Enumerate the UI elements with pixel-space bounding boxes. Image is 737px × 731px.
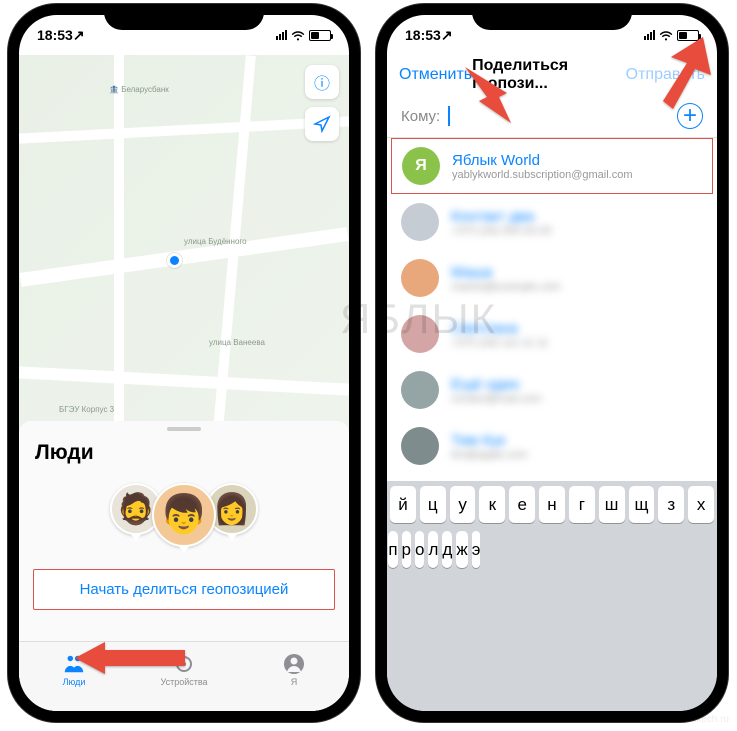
- contact-name: Светлана: [451, 320, 703, 337]
- status-time: 18:53↗: [405, 27, 453, 44]
- wifi-icon: [291, 30, 305, 41]
- text-cursor: [448, 106, 450, 126]
- avatar: [401, 371, 439, 409]
- memoji-group: 🧔 👦 👩: [19, 477, 349, 569]
- cancel-button[interactable]: Отменить: [399, 66, 472, 84]
- contact-row[interactable]: Контакт два +375 (29) 000-00-00: [387, 194, 717, 250]
- contact-sub: contact@mail.com: [451, 393, 703, 405]
- status-time: 18:53↗: [37, 27, 85, 44]
- to-label: Кому:: [401, 108, 440, 125]
- contact-row[interactable]: Я Яблык World yablykworld.subscription@g…: [391, 138, 713, 194]
- contact-name: Контакт два: [451, 208, 703, 225]
- avatar: [401, 203, 439, 241]
- map-poi-uni: БГЭУ Корпус 3: [59, 405, 114, 414]
- tab-label: Я: [291, 677, 298, 687]
- key-н[interactable]: н: [539, 486, 565, 523]
- contact-sub: tim@apple.com: [451, 449, 703, 461]
- status-icons: [276, 30, 331, 41]
- contact-sub: +375 (29) 111-11-11: [451, 337, 703, 349]
- contact-sub: +375 (29) 000-00-00: [451, 225, 703, 237]
- memoji-2: 👦: [152, 483, 216, 547]
- map-poi-bank: 🏦 Беларусбанк: [109, 85, 169, 94]
- key-у[interactable]: у: [450, 486, 476, 523]
- contact-name: Яблык World: [452, 152, 702, 169]
- avatar: [401, 259, 439, 297]
- contact-name: Тим Кук: [451, 432, 703, 449]
- contact-row[interactable]: Ещё один contact@mail.com: [387, 362, 717, 418]
- contact-name: Ещё один: [451, 376, 703, 393]
- sheet-title: Люди: [19, 437, 349, 477]
- key-ж[interactable]: ж: [456, 531, 467, 568]
- key-к[interactable]: к: [479, 486, 505, 523]
- key-ц[interactable]: ц: [420, 486, 446, 523]
- map-street-1: улица Будённого: [184, 237, 247, 246]
- key-й[interactable]: й: [390, 486, 416, 523]
- person-icon: [282, 653, 306, 675]
- key-г[interactable]: г: [569, 486, 595, 523]
- notch: [104, 4, 264, 30]
- annotation-arrow-tabs: [75, 636, 185, 685]
- screen-right: 18:53↗ Отменить Поделиться геопози... От…: [387, 15, 717, 711]
- contact-sub: yablykworld.subscription@gmail.com: [452, 169, 702, 181]
- contact-name: Маша: [451, 264, 703, 281]
- contact-row[interactable]: Светлана +375 (29) 111-11-11: [387, 306, 717, 362]
- contact-sub: masha@example.com: [451, 281, 703, 293]
- key-щ[interactable]: щ: [629, 486, 655, 523]
- annotation-arrow-to: [465, 67, 535, 132]
- key-р[interactable]: р: [402, 531, 411, 568]
- key-о[interactable]: о: [415, 531, 424, 568]
- keyboard[interactable]: йцукенгшщзх фывапролджэ ⇧ячсмитьбю⌫ 123☺…: [387, 481, 717, 711]
- notch: [472, 4, 632, 30]
- map-view[interactable]: 🏦 Беларусбанк улица Будённого улица Ване…: [19, 55, 349, 441]
- start-sharing-button[interactable]: Начать делиться геопозицией: [33, 569, 335, 610]
- contact-row[interactable]: Маша masha@example.com: [387, 250, 717, 306]
- key-л[interactable]: л: [428, 531, 438, 568]
- map-street-2: улица Ванеева: [209, 338, 265, 347]
- sheet-handle[interactable]: [167, 427, 201, 431]
- battery-icon: [309, 30, 331, 41]
- map-locate-button[interactable]: [305, 107, 339, 141]
- contact-row[interactable]: Тим Кук tim@apple.com: [387, 418, 717, 474]
- key-з[interactable]: з: [658, 486, 684, 523]
- key-ш[interactable]: ш: [599, 486, 625, 523]
- key-п[interactable]: п: [388, 531, 397, 568]
- avatar: [401, 427, 439, 465]
- key-е[interactable]: е: [509, 486, 535, 523]
- tab-me[interactable]: Я: [239, 642, 349, 697]
- key-х[interactable]: х: [688, 486, 714, 523]
- phone-right: 18:53↗ Отменить Поделиться геопози... От…: [376, 4, 728, 722]
- avatar: [401, 315, 439, 353]
- key-д[interactable]: д: [442, 531, 452, 568]
- phone-left: 18:53↗ 🏦 Беларусбанк улица Будённого ули…: [8, 4, 360, 722]
- screen-left: 18:53↗ 🏦 Беларусбанк улица Будённого ули…: [19, 15, 349, 711]
- contact-list: Я Яблык World yablykworld.subscription@g…: [387, 138, 717, 474]
- current-location-dot: [167, 253, 182, 268]
- annotation-arrow-add: [641, 37, 711, 120]
- avatar: Я: [402, 147, 440, 185]
- map-info-button[interactable]: ⓘ: [305, 65, 339, 99]
- signal-icon: [276, 30, 287, 40]
- key-э[interactable]: э: [472, 531, 481, 568]
